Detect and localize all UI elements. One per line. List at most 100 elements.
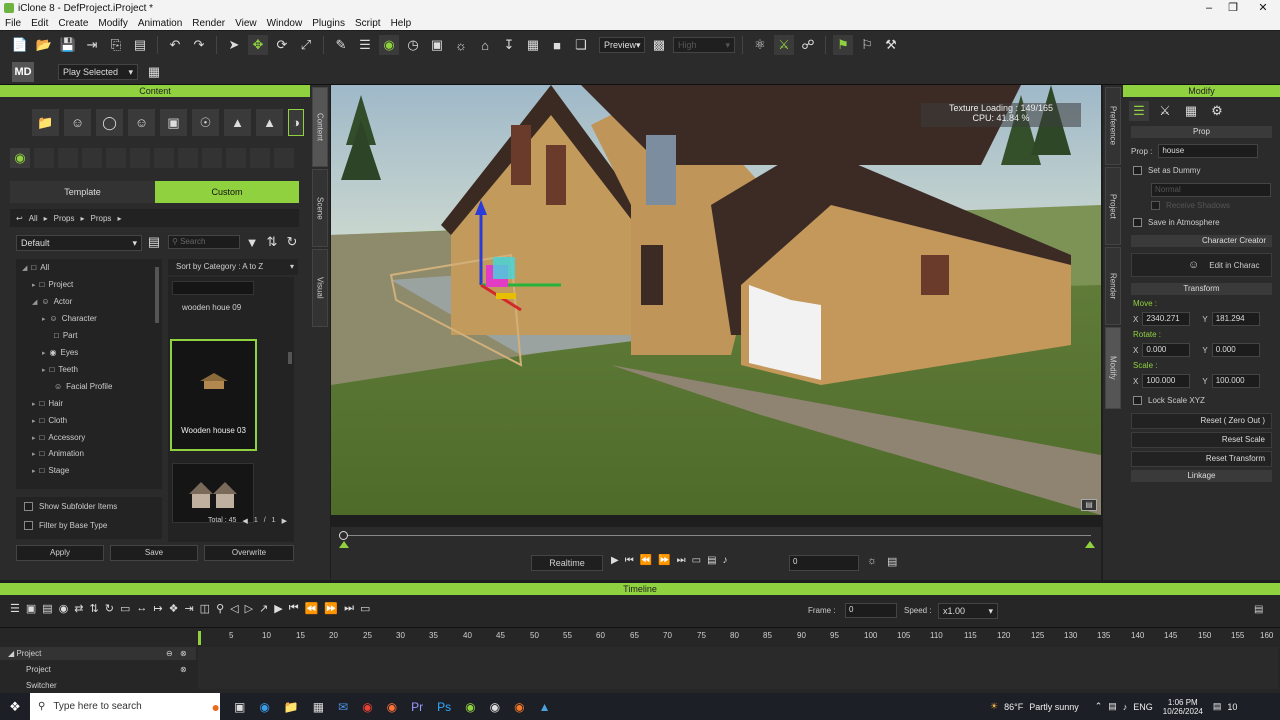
scale-y-input[interactable]: 100.000 xyxy=(1211,374,1260,388)
frame-icon[interactable]: ▣ xyxy=(427,35,447,55)
tree-item-hair[interactable]: ▸ □ Hair xyxy=(32,399,63,408)
export-clip-icon[interactable]: ↗ xyxy=(259,602,268,615)
magnet-icon[interactable]: ❖ xyxy=(169,602,179,615)
photos-icon[interactable]: ▲ xyxy=(539,700,551,714)
tree-item-eyes[interactable]: ▸ ◉ Eyes xyxy=(42,348,78,357)
filter-base-checkbox[interactable] xyxy=(24,521,33,530)
overwrite-button[interactable]: Overwrite xyxy=(204,545,294,561)
timeline-scrubber-track[interactable] xyxy=(343,535,1091,536)
menu-animation[interactable]: Animation xyxy=(133,18,187,29)
viewport-options-icon[interactable]: ▤ xyxy=(1081,499,1097,511)
loop-icon[interactable]: ↻ xyxy=(105,602,114,615)
content-item-thumbnail[interactable] xyxy=(172,463,254,523)
menu-modify[interactable]: Modify xyxy=(93,18,132,29)
sort-dropdown[interactable]: Sort by Category : A to Z ▾ xyxy=(168,259,298,275)
face-icon[interactable]: ☺ xyxy=(128,109,155,136)
key-icon[interactable]: ▣ xyxy=(26,602,36,615)
tl-end-icon[interactable]: ⏭ xyxy=(344,602,354,615)
grid-scrollbar[interactable] xyxy=(288,352,292,364)
reset-zero-out-button[interactable]: Reset ( Zero Out ) xyxy=(1131,413,1272,429)
rotate-icon[interactable]: ⟳ xyxy=(272,35,292,55)
language-indicator[interactable]: ENG xyxy=(1133,702,1153,712)
drop-to-floor-icon[interactable]: ↧ xyxy=(499,35,519,55)
layer-icon[interactable]: ▤ xyxy=(42,602,52,615)
frame-input[interactable]: 0 xyxy=(789,555,859,571)
menu-help[interactable]: Help xyxy=(386,18,417,29)
page-next-icon[interactable]: ▶ xyxy=(282,517,287,525)
reset-transform-button[interactable]: Reset Transform xyxy=(1131,451,1272,467)
mark-in-icon[interactable]: ◁ xyxy=(230,602,238,615)
track-row[interactable]: ◢ Project ⊖ ⊗ xyxy=(0,647,196,660)
shadow-mode-dropdown[interactable]: Normal xyxy=(1151,183,1271,197)
next-frame-icon[interactable]: ⏩ xyxy=(658,555,670,566)
menu-plugins[interactable]: Plugins xyxy=(307,18,350,29)
redo-icon[interactable]: ↷ xyxy=(189,35,209,55)
collapse-track-icon[interactable]: ⊖ xyxy=(166,647,173,660)
move-gizmo-icon[interactable]: ✥ xyxy=(248,35,268,55)
receive-shadows-row[interactable]: Receive Shadows xyxy=(1151,201,1252,210)
page-prev-icon[interactable]: ◀ xyxy=(242,517,247,525)
stage-icon[interactable]: ▣ xyxy=(160,109,187,136)
insert-icon[interactable]: ⇥ xyxy=(184,602,193,615)
notification-icon[interactable]: ▤ xyxy=(1213,701,1222,712)
rotate-y-input[interactable]: 0.000 xyxy=(1211,343,1260,357)
volume-icon[interactable]: ♪ xyxy=(1123,702,1128,712)
filter-base-option[interactable]: Filter by Base Type xyxy=(24,521,107,530)
windows-start-icon[interactable]: ❖ xyxy=(0,699,30,715)
tl-loop-icon[interactable]: ▭ xyxy=(360,602,370,615)
tree-item-facial-profile[interactable]: ☺ Facial Profile xyxy=(54,382,112,391)
play-icon[interactable]: ▶ xyxy=(611,555,619,566)
taskbar-search-box[interactable]: ⚲ Type here to search ● xyxy=(30,693,220,720)
loop-icon[interactable]: ▭ xyxy=(692,555,701,566)
store-icon[interactable]: ▦ xyxy=(313,700,324,714)
funnel-icon[interactable]: ▼ xyxy=(244,233,260,251)
track-row[interactable]: Project ⊗ xyxy=(0,663,196,676)
3d-viewport[interactable]: Texture Loading : 149/165 CPU: 41.84 % ▤ xyxy=(331,85,1101,515)
tree-item-part[interactable]: □ Part xyxy=(54,331,78,340)
tab-template[interactable]: Template xyxy=(10,181,155,203)
tab-preference-vertical[interactable]: Preference xyxy=(1105,87,1121,165)
props-icon[interactable]: ◑ xyxy=(288,109,304,136)
apply-button[interactable]: Apply xyxy=(16,545,104,561)
tree-item-cloth[interactable]: ▸ □ Cloth xyxy=(32,416,67,425)
material-icon[interactable]: ▦ xyxy=(1181,101,1201,121)
light-icon[interactable]: ☼ xyxy=(451,35,471,55)
link-icon[interactable]: ☍ xyxy=(798,35,818,55)
home-icon[interactable]: ⌂ xyxy=(475,35,495,55)
firefox-icon[interactable]: ◉ xyxy=(387,700,397,714)
filter-settings-icon[interactable]: ▤ xyxy=(146,233,162,251)
prop-name-input[interactable]: house xyxy=(1158,144,1259,158)
playhead[interactable] xyxy=(198,631,201,645)
menu-window[interactable]: Window xyxy=(262,18,308,29)
save-icon[interactable]: 💾 xyxy=(58,35,78,55)
show-subfolder-checkbox[interactable] xyxy=(24,502,33,511)
tl-frame-input[interactable]: 0 xyxy=(845,603,897,618)
range-start-marker[interactable] xyxy=(339,541,349,548)
iclone-icon[interactable]: ◉ xyxy=(465,700,475,714)
move-y-input[interactable]: 181.294 xyxy=(1211,312,1260,326)
breadcrumb-props[interactable]: Props xyxy=(54,214,75,223)
tl-play-icon[interactable]: ▶ xyxy=(274,602,282,615)
box-icon[interactable]: ■ xyxy=(547,35,567,55)
character-creator-section-header[interactable]: Character Creator xyxy=(1131,235,1272,247)
scale-icon[interactable]: ⤢ xyxy=(296,35,316,55)
undo-icon[interactable]: ↶ xyxy=(165,35,185,55)
content-item-selected[interactable]: Wooden house 03 xyxy=(170,339,257,451)
refresh-icon[interactable]: ↻ xyxy=(284,233,300,251)
folder-icon[interactable]: 📁 xyxy=(32,109,59,136)
sliders-icon[interactable]: ☰ xyxy=(1129,101,1149,121)
md-settings-icon[interactable]: ▦ xyxy=(144,62,164,82)
file-explorer-icon[interactable]: 📁 xyxy=(284,700,299,714)
menu-script[interactable]: Script xyxy=(350,18,386,29)
camera-icon[interactable]: ▩ xyxy=(649,35,669,55)
tl-start-icon[interactable]: ⏮ xyxy=(289,602,299,615)
layers-icon[interactable]: ❏ xyxy=(571,35,591,55)
fit-icon[interactable]: ↦ xyxy=(153,602,162,615)
transform-section-header[interactable]: Transform xyxy=(1131,283,1272,295)
tree-item-stage[interactable]: ▸ □ Stage xyxy=(32,466,69,475)
timeline-ruler[interactable]: 5 10 15 20 25 30 35 40 45 50 55 60 65 70… xyxy=(198,631,1278,645)
flag-icon[interactable]: ⚐ xyxy=(857,35,877,55)
scene-icon[interactable]: ▲ xyxy=(224,109,251,136)
speed-dropdown[interactable]: x1.00 ▾ xyxy=(938,603,998,619)
new-file-icon[interactable]: 📄 xyxy=(10,35,30,55)
